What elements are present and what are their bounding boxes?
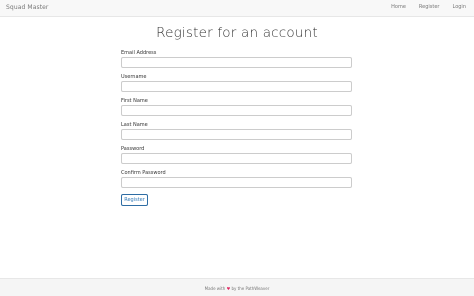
first-name-label: First Name <box>121 98 148 104</box>
register-form: Email Address Username First Name Last N… <box>121 50 353 206</box>
email-label: Email Address <box>121 50 157 56</box>
nav-link-home[interactable]: Home <box>391 4 406 10</box>
username-label: Username <box>121 74 147 80</box>
footer-text-after: by the PathWeaver <box>231 286 270 291</box>
page-title: Register for an account <box>156 25 318 41</box>
register-button[interactable]: Register <box>121 194 148 206</box>
email-field[interactable] <box>121 57 352 68</box>
password-label: Password <box>121 146 145 152</box>
footer: Made with ♥ by the PathWeaver <box>0 278 474 296</box>
password-field[interactable] <box>121 153 352 164</box>
nav-links: Home Register Login <box>391 4 466 10</box>
nav-link-login[interactable]: Login <box>453 4 467 10</box>
confirm-password-field[interactable] <box>121 177 352 188</box>
last-name-label: Last Name <box>121 122 148 128</box>
footer-text-before: Made with <box>204 286 226 291</box>
top-navbar: Squad Master Home Register Login <box>0 0 474 17</box>
footer-text: Made with ♥ by the PathWeaver <box>0 286 474 291</box>
nav-link-register[interactable]: Register <box>419 4 440 10</box>
last-name-field[interactable] <box>121 129 352 140</box>
brand-link[interactable]: Squad Master <box>6 4 49 11</box>
heart-icon: ♥ <box>226 286 231 291</box>
confirm-password-label: Confirm Password <box>121 170 166 176</box>
first-name-field[interactable] <box>121 105 352 116</box>
username-field[interactable] <box>121 81 352 92</box>
